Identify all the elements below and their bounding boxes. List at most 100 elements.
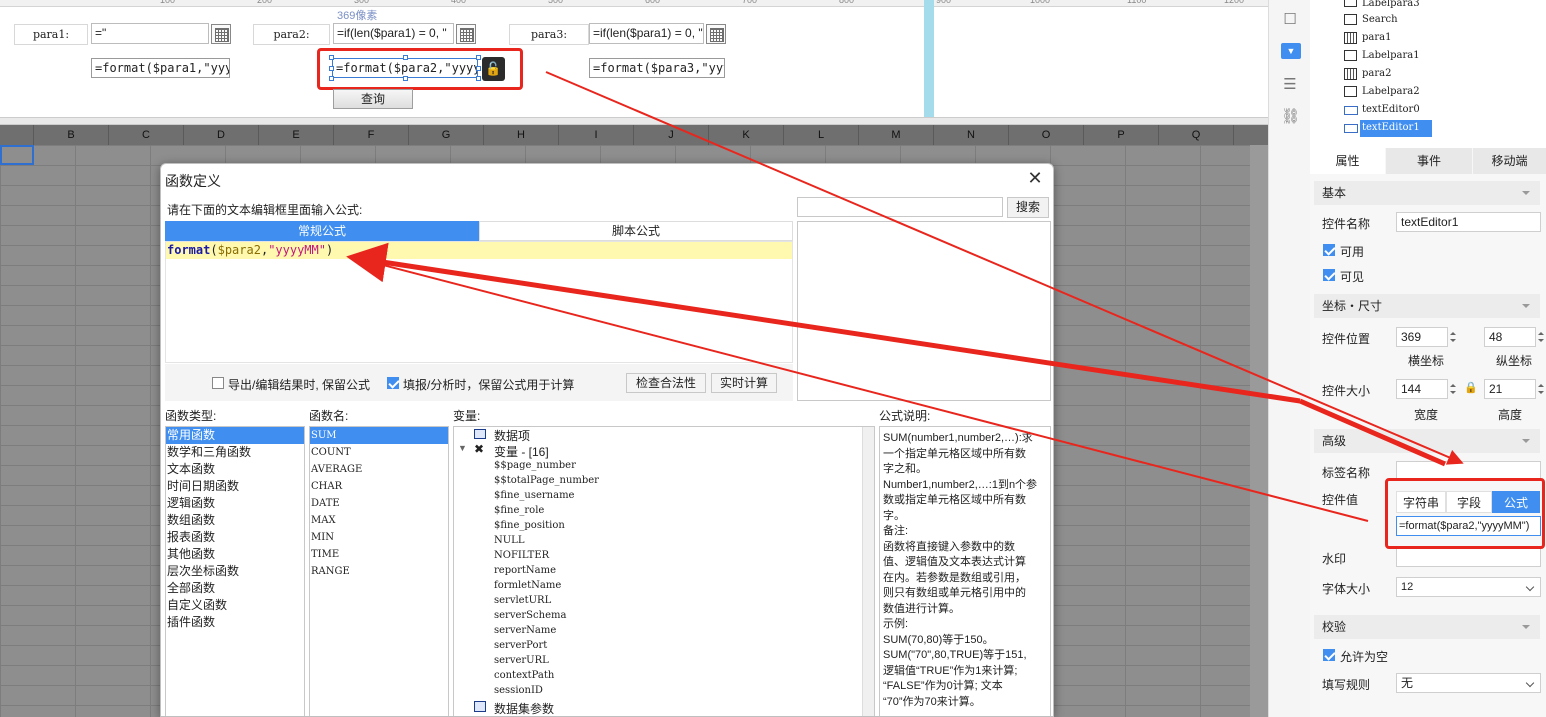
column-header-h[interactable]: H [484,125,559,145]
column-header-d[interactable]: D [184,125,259,145]
list-item[interactable]: TIME [310,546,448,563]
font-size-select[interactable]: 12 [1396,577,1541,597]
chevron-down-icon[interactable] [1526,582,1536,592]
list-item[interactable]: RANGE [310,563,448,580]
list-item[interactable]: MAX [310,512,448,529]
chevron-down-icon[interactable] [1526,678,1536,688]
close-icon[interactable]: ✕ [1025,168,1045,188]
calendar-icon[interactable] [211,24,231,44]
column-header-k[interactable]: K [709,125,784,145]
column-header-p[interactable]: P [1084,125,1159,145]
search-button[interactable]: 搜索 [1007,197,1049,218]
list-item[interactable]: SUM [310,427,448,444]
realtime-calc-button[interactable]: 实时计算 [711,373,777,393]
list-item[interactable]: 常用函数 [166,427,304,444]
list-item[interactable]: 其他函数 [166,546,304,563]
tab-script-formula[interactable]: 脚本公式 [479,221,793,241]
tree-node-variable[interactable]: $fine_role [494,505,544,516]
tree-item-labelpara3[interactable]: Labelpara3 [1362,0,1420,12]
tree-node-variable[interactable]: servletURL [494,595,551,606]
list-item[interactable]: 报表函数 [166,529,304,546]
formula-editor[interactable]: format($para2,"yyyyMM") [165,241,793,363]
list-item[interactable]: COUNT [310,444,448,461]
section-validate[interactable]: 校验 [1314,615,1540,639]
position-y-input[interactable]: 48 [1484,327,1536,347]
position-x-stepper[interactable] [1448,327,1458,347]
date-editor-para3[interactable]: =if(len($para1) = 0, " [589,23,704,44]
tree-node-variable[interactable]: serverPort [494,640,547,651]
list-item[interactable]: 自定义函数 [166,597,304,614]
tree-node-data-item[interactable]: 数据项 [494,427,530,444]
list-item[interactable]: 逻辑函数 [166,495,304,512]
tree-item-para2[interactable]: para2 [1362,66,1391,82]
tree-node-variable[interactable]: $$page_number [494,460,576,471]
dropdown-widget-icon[interactable]: ▼ [1281,43,1301,59]
watermark-input[interactable] [1396,547,1541,567]
tree-node-variable[interactable]: serverURL [494,655,549,666]
pane-splitter[interactable] [0,117,1268,125]
tree-node-variable[interactable]: contextPath [494,670,554,681]
widget-frame-icon[interactable]: ☐ [1281,11,1299,29]
vertical-scrollbar[interactable] [1250,145,1268,717]
column-header-g[interactable]: G [409,125,484,145]
calendar-icon[interactable] [706,24,726,44]
column-header-q[interactable]: Q [1159,125,1234,145]
list-item[interactable]: 数组函数 [166,512,304,529]
column-header-j[interactable]: J [634,125,709,145]
tree-item-search[interactable]: Search [1362,12,1398,28]
list-item[interactable]: 时间日期函数 [166,478,304,495]
section-basic[interactable]: 基本 [1314,181,1540,205]
function-name-list[interactable]: SUM COUNT AVERAGE CHAR DATE MAX MIN TIME… [309,426,449,716]
tree-node-variable[interactable]: sessionID [494,685,543,696]
list-item[interactable]: 插件函数 [166,614,304,631]
function-definition-dialog[interactable]: 函数定义 ✕ 请在下面的文本编辑框里面输入公式: 搜索 常规公式 脚本公式 fo… [160,163,1054,717]
tree-node-variable[interactable]: formletName [494,580,561,591]
tree-node-variable[interactable]: serverSchema [494,610,566,621]
list-item[interactable]: 文本函数 [166,461,304,478]
tab-mobile[interactable]: 移动端 [1473,148,1546,174]
column-header-e[interactable]: E [259,125,334,145]
tab-normal-formula[interactable]: 常规公式 [165,221,479,241]
control-name-input[interactable]: textEditor1 [1396,212,1541,232]
fill-rule-select[interactable]: 无 [1396,673,1541,693]
tree-item-labelpara2[interactable]: Labelpara2 [1362,84,1420,100]
column-header-n[interactable]: N [934,125,1009,145]
list-item[interactable]: DATE [310,495,448,512]
position-y-stepper[interactable] [1536,327,1546,347]
enabled-checkbox[interactable] [1323,244,1335,256]
tree-node-variable[interactable]: reportName [494,565,556,576]
tree-item-para1[interactable]: para1 [1362,30,1391,46]
height-input[interactable]: 21 [1484,379,1536,399]
collapse-icon[interactable]: ▼ [458,443,467,453]
tree-node-variable[interactable]: $$totalPage_number [494,475,599,486]
position-x-input[interactable]: 369 [1396,327,1448,347]
keep-formula-fill-checkbox[interactable] [387,377,399,389]
height-stepper[interactable] [1536,379,1546,399]
list-item[interactable]: AVERAGE [310,461,448,478]
column-header-o[interactable]: O [1009,125,1084,145]
list-item[interactable]: 全部函数 [166,580,304,597]
tree-item-texteditor0[interactable]: textEditor0 [1362,102,1420,118]
column-header-f[interactable]: F [334,125,409,145]
allow-empty-checkbox[interactable] [1323,649,1335,661]
tree-item-texteditor1[interactable]: textEditor1 [1362,120,1420,136]
tree-node-variable[interactable]: NOFILTER [494,550,549,561]
column-header-l[interactable]: L [784,125,859,145]
text-editor-para3[interactable]: =format($para3,"yyyy [589,58,725,78]
tree-node-dataset-params[interactable]: 数据集参数 [494,700,554,716]
keep-formula-export-checkbox[interactable] [212,377,224,389]
variable-tree[interactable]: 数据项 ▼ ✖ 变量 - [16] $$page_number $$totalP… [453,426,875,716]
section-advanced[interactable]: 高级 [1314,429,1540,453]
tree-node-variables[interactable]: 变量 - [16] [494,443,549,460]
section-geometry[interactable]: 坐标・尺寸 [1314,294,1540,318]
column-header-m[interactable]: M [859,125,934,145]
selected-cell[interactable] [0,145,34,165]
visible-checkbox[interactable] [1323,269,1335,281]
column-header-i[interactable]: I [559,125,634,145]
text-editor-0-para1[interactable]: =format($para1,"yyyy [91,58,230,78]
list-widget-icon[interactable]: ☰ [1281,76,1299,94]
design-canvas[interactable]: 100 200 300 400 500 600 700 800 900 1000… [0,0,1268,117]
date-editor-para2[interactable]: =if(len($para1) = 0, " [333,23,454,44]
variable-tree-scrollbar[interactable] [862,427,874,716]
list-item[interactable]: MIN [310,529,448,546]
